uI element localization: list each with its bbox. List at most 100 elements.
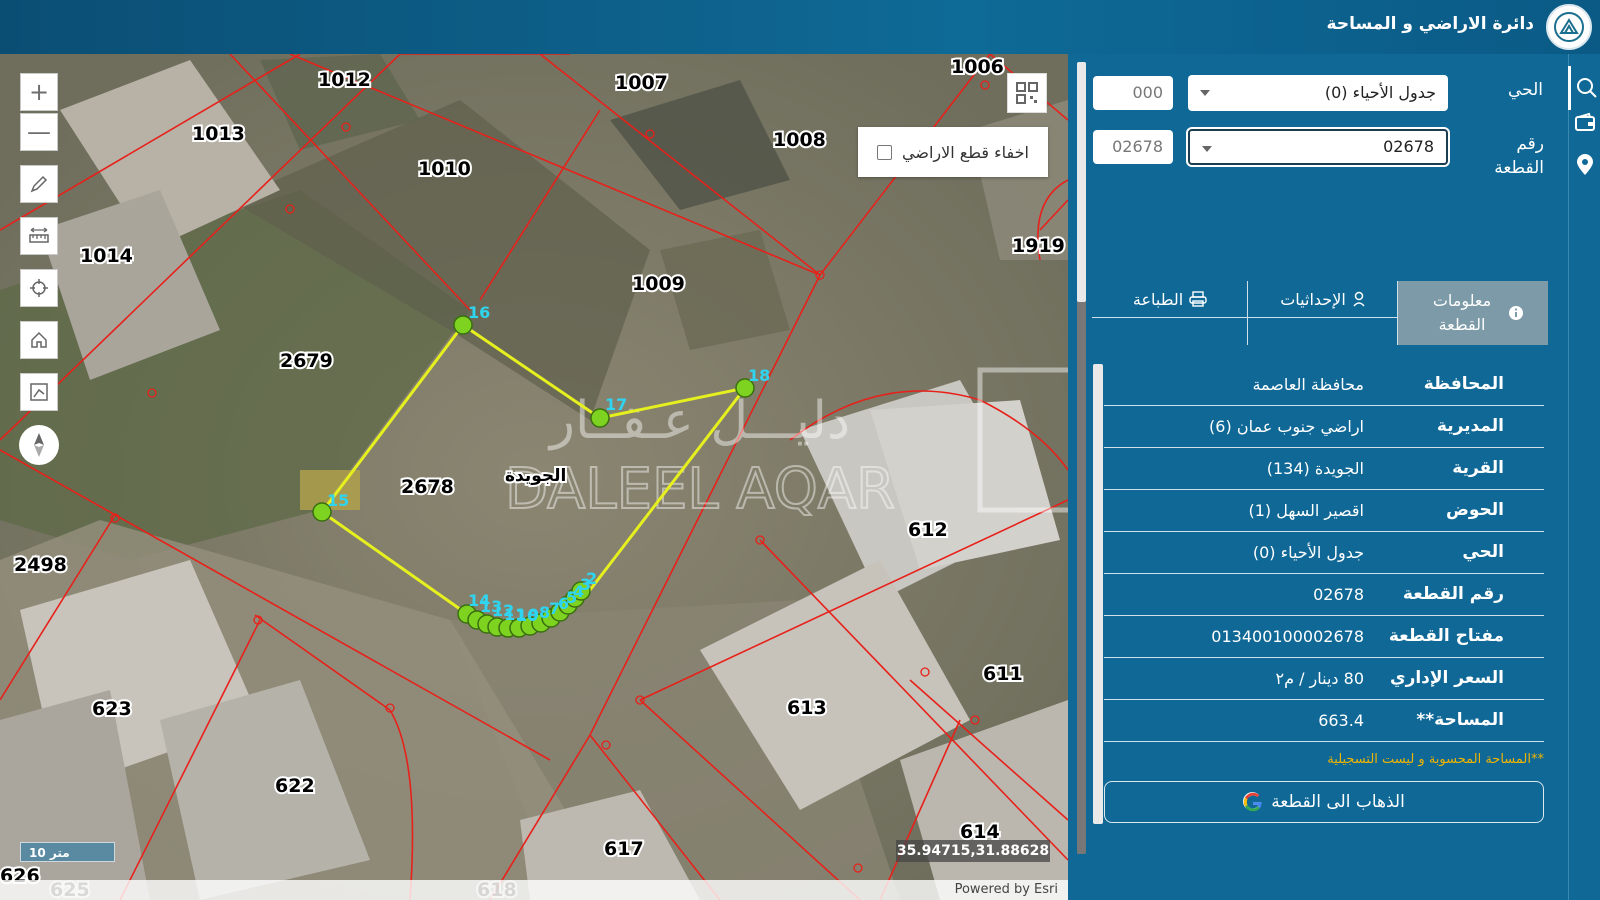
zoom-in-icon: + [28,78,50,106]
department-logo-icon [1546,4,1592,50]
info-key: السعر الإداري [1389,668,1504,688]
parcel-number-label: 623 [92,698,132,720]
qr-code-button[interactable] [1007,73,1047,113]
zoom-in-button[interactable]: + [20,73,58,111]
map-view[interactable]: دليـــل عـقــار DALEEL AQAR 16 17 18 15 … [0,54,1068,900]
parcel-number-label: 2678 [401,476,454,498]
info-row-basin: الحوض اقصير السهل (1) [1104,490,1544,532]
tab-divider [1397,281,1398,345]
parcel-number-label: 622 [275,775,315,797]
parcel-number-label: 611 [983,663,1023,685]
info-value: 013400100002678 [1211,627,1364,646]
tab-coordinates[interactable]: الإحداثيات [1248,281,1398,317]
hide-parcels-label: اخفاء قطع الاراضي [902,142,1029,162]
info-key: المساحة** [1416,710,1504,730]
tab-print[interactable]: الطباعة [1092,281,1248,317]
info-row-governorate: المحافظة محافظة العاصمة [1104,364,1544,406]
parcel-number-field-label: رقم القطعة [1494,134,1544,178]
parcel-number-label: 1013 [192,123,245,145]
info-row-parcel-key: مفتاح القطعة 013400100002678 [1104,616,1544,658]
measure-icon [29,227,49,243]
info-key: الحوض [1446,500,1504,520]
scale-bar: 10 متر [20,842,115,862]
parcel-number-label: 1010 [418,158,471,180]
info-icon [1509,306,1523,320]
parcel-number-label: 1919 [1012,235,1065,257]
tab-parcel-info[interactable]: معلومات القطعة [1398,281,1548,345]
locate-button[interactable] [20,269,58,307]
parcel-number-label: 2498 [14,554,67,576]
rail-search-button[interactable] [1568,66,1600,110]
hay-select-value: جدول الأحياء (0) [1324,83,1436,102]
tab-divider [1247,281,1248,345]
info-row-village: القرية الجويدة (134) [1104,448,1544,490]
hide-parcels-checkbox[interactable] [877,144,893,160]
compass-button[interactable] [19,425,59,465]
parcel-number-label: 617 [604,838,644,860]
info-value: 80 دينار / م٢ [1275,669,1364,688]
location-icon[interactable] [1573,153,1597,177]
pin-icon [1353,291,1365,307]
parcel-number-label: 1009 [632,273,685,295]
info-value: جدول الأحياء (0) [1252,543,1364,562]
parcel-number-label: 612 [908,519,948,541]
google-icon [1243,792,1262,812]
parcel-number-label: 1006 [951,56,1004,78]
info-row-admin-price: السعر الإداري 80 دينار / م٢ [1104,658,1544,700]
go-to-parcel-button[interactable]: الذهاب الى القطعة [1104,781,1544,823]
hide-parcels-toggle[interactable]: اخفاء قطع الاراضي [858,127,1048,177]
esri-attribution: Powered by Esri [0,880,1068,900]
parcel-select[interactable]: 02678 [1188,129,1448,165]
draw-icon [30,175,48,193]
draw-button[interactable] [20,165,58,203]
wallet-icon[interactable] [1573,111,1597,135]
home-button[interactable] [20,321,58,359]
hay-code-input[interactable]: 000 [1093,76,1173,110]
chevron-down-icon [1200,90,1210,96]
parcel-select-value: 02678 [1383,137,1434,156]
parcel-code-input[interactable]: 02678 [1093,130,1173,164]
measure-area-button[interactable] [20,373,58,411]
info-value: اراضي جنوب عمان (6) [1209,417,1364,436]
parcel-number-label: 613 [787,697,827,719]
search-icon [1577,78,1597,98]
parcel-number-label: 1014 [80,245,133,267]
tab-print-label: الطباعة [1132,289,1184,309]
area-footnote: **المساحة المحسوبة و ليست التسجيلية [1327,752,1544,767]
info-row-neighborhood: الحي جدول الأحياء (0) [1104,532,1544,574]
tab-coordinates-label: الإحداثيات [1280,289,1346,309]
vertex-label: 18 [748,366,770,385]
home-icon [31,331,47,348]
info-key: الحي [1462,542,1504,562]
parcel-number-label: 1012 [318,69,371,91]
go-to-parcel-label: الذهاب الى القطعة [1271,792,1405,812]
parcel-number-label: 1007 [615,72,668,94]
vertex-label: 17 [605,395,627,414]
area-name-label: الجويدة [505,466,566,486]
chevron-down-icon [1202,146,1212,152]
vertex-label: 2 [586,569,597,588]
info-key: مفتاح القطعة [1388,626,1504,646]
vertex-label: 9 [528,605,539,624]
info-key: القرية [1452,458,1504,478]
hay-label: الحي [1507,80,1543,100]
info-row-area: المساحة** 663.4 [1104,700,1544,742]
app-title: دائرة الاراضي و المساحة [1326,14,1534,34]
satellite-map: دليـــل عـقــار DALEEL AQAR 16 17 18 15 … [0,54,1068,900]
zoom-out-button[interactable]: — [20,113,58,151]
info-key: رقم القطعة [1402,584,1504,604]
info-scrollbar[interactable] [1093,364,1103,824]
parcel-tabs: معلومات القطعة الإحداثيات الطباعة [1092,281,1548,345]
printer-icon [1189,291,1207,307]
info-value: محافظة العاصمة [1252,375,1364,394]
tab-parcel-info-label: معلومات القطعة [1432,291,1492,334]
measure-distance-button[interactable] [20,217,58,255]
locate-icon [30,279,48,297]
hay-select[interactable]: جدول الأحياء (0) [1188,75,1448,111]
info-key: المديرية [1436,416,1504,436]
info-row-parcel-number: رقم القطعة 02678 [1104,574,1544,616]
tabs-underline [1092,317,1398,318]
panel-scrollbar[interactable] [1077,62,1086,854]
panel-scrollbar-thumb[interactable] [1077,62,1086,302]
vertex-label: 16 [468,303,490,322]
